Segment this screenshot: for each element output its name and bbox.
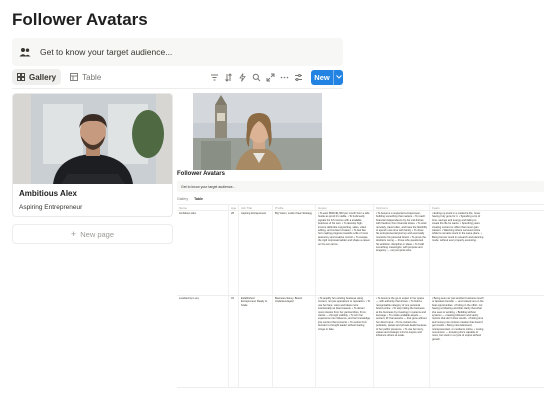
nested-tab-table[interactable]: Table bbox=[194, 197, 203, 201]
cell-name: Ambitious Alex bbox=[177, 211, 229, 295]
gallery-card[interactable] bbox=[177, 93, 338, 173]
people-icon bbox=[18, 45, 32, 59]
toolbar: New bbox=[207, 69, 343, 85]
cell-profile: Business-Savvy, Brand-Underleveraged bbox=[273, 296, 316, 387]
cell-profile: Big Vision, Lacks Clear Strategy bbox=[273, 211, 316, 295]
gallery-card[interactable]: Ambitious Alex Aspiring Entrepreneur bbox=[12, 93, 173, 217]
new-page-label: New page bbox=[80, 229, 115, 239]
expand-icon[interactable] bbox=[264, 71, 277, 84]
table-row[interactable]: Ambitious Alex 28 Aspiring Entrepreneur … bbox=[177, 211, 544, 296]
plus-icon: + bbox=[70, 229, 77, 239]
table-row[interactable]: Levelled Up Lucy 34 Established Entrepre… bbox=[177, 296, 544, 388]
chevron-down-icon[interactable] bbox=[333, 69, 343, 85]
cell-age: 34 bbox=[229, 296, 239, 387]
callout: Get to know your target audience... bbox=[12, 38, 343, 66]
divider bbox=[12, 88, 343, 89]
table-header: Name Age Job Title Profile Hopes Opinion… bbox=[177, 204, 544, 211]
tab-table-label: Table bbox=[82, 72, 102, 82]
cell-hopes: • To earn $500-$1,500 per month from a s… bbox=[316, 211, 374, 295]
col-header-hopes[interactable]: Hopes bbox=[316, 204, 374, 211]
col-header-job[interactable]: Job Title bbox=[239, 204, 273, 211]
automation-icon[interactable] bbox=[236, 71, 249, 84]
cell-fears: • Being seen as 'just another business c… bbox=[432, 297, 484, 341]
tab-gallery[interactable]: Gallery bbox=[12, 69, 62, 85]
col-header-age[interactable]: Age bbox=[229, 204, 239, 211]
more-icon[interactable] bbox=[278, 71, 291, 84]
tab-table[interactable]: Table bbox=[65, 69, 106, 85]
cover-photo bbox=[177, 93, 338, 173]
new-button[interactable]: New bbox=[311, 69, 343, 85]
cell-hopes: • To amplify her existing business using… bbox=[316, 296, 374, 387]
page-title: Follower Avatars bbox=[12, 10, 148, 29]
cell-opinions: • To become a respected entrepreneur, bu… bbox=[374, 211, 430, 295]
cell-opinions: • To become the go-to expert in her spac… bbox=[374, 296, 430, 387]
view-bar: Gallery Table New bbox=[12, 68, 343, 86]
nested-database-preview: Follower Avatars Get to know your target… bbox=[177, 170, 544, 400]
col-header-profile[interactable]: Profile bbox=[273, 204, 316, 211]
col-header-fears[interactable]: Fears bbox=[430, 205, 486, 211]
search-icon[interactable] bbox=[250, 71, 263, 84]
tab-gallery-label: Gallery bbox=[29, 72, 57, 82]
table-icon bbox=[70, 73, 79, 81]
cell-job: Established Entrepreneur Ready to Scale bbox=[239, 296, 273, 387]
col-header-opinions[interactable]: Opinions bbox=[374, 204, 430, 211]
cell-name: Levelled Up Lucy bbox=[177, 296, 229, 387]
nested-tabs: Gallery Table bbox=[177, 195, 544, 202]
callout-text: Get to know your target audience... bbox=[40, 47, 173, 57]
gallery-icon bbox=[17, 73, 25, 81]
settings-icon[interactable] bbox=[292, 71, 305, 84]
card-job-title: Aspiring Entrepreneur bbox=[19, 204, 83, 211]
card-title: Ambitious Alex bbox=[19, 189, 77, 198]
cell-fears: • Ending up stuck in a mediocre life, ne… bbox=[432, 212, 484, 243]
nested-callout-text: Get to know your target audience... bbox=[181, 184, 236, 189]
cell-job: Aspiring Entrepreneur bbox=[239, 211, 273, 295]
new-page-button[interactable]: + New page bbox=[12, 224, 173, 244]
new-button-label: New bbox=[314, 72, 330, 82]
sort-icon[interactable] bbox=[222, 71, 235, 84]
col-header-name[interactable]: Name bbox=[177, 204, 229, 211]
cover-photo bbox=[13, 94, 172, 184]
nested-title: Follower Avatars bbox=[177, 171, 225, 177]
cell-age: 28 bbox=[229, 211, 239, 295]
nested-callout: Get to know your target audience... bbox=[177, 181, 544, 192]
filter-icon[interactable] bbox=[208, 71, 221, 84]
nested-tab-gallery[interactable]: Gallery bbox=[177, 197, 188, 201]
